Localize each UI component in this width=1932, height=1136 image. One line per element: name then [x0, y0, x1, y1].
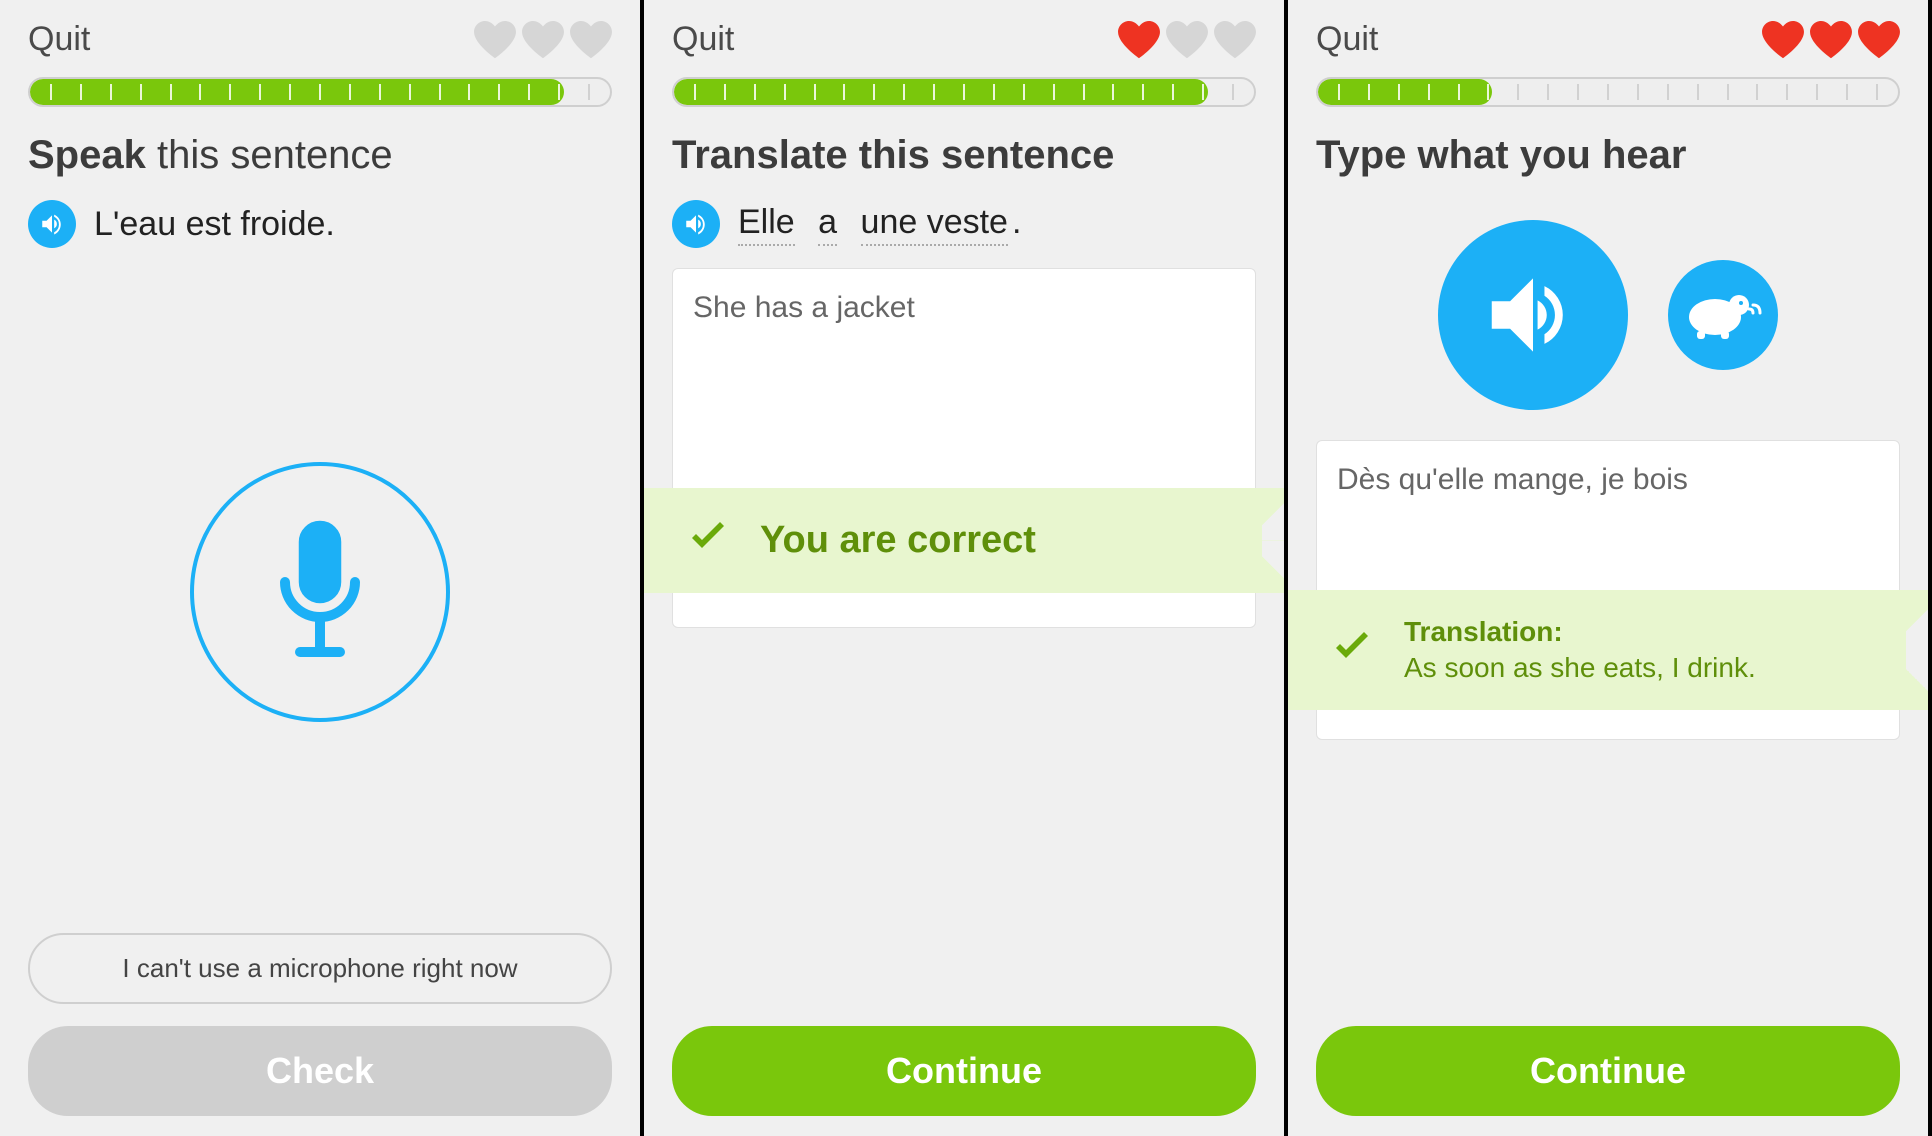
top-bar: Quit [672, 20, 1256, 59]
exercise-prompt: Type what you hear [1316, 133, 1900, 178]
feedback-body: As soon as she eats, I drink. [1404, 652, 1756, 684]
heart-icon [1118, 21, 1160, 59]
prompt-bold: Type what you hear [1316, 133, 1686, 177]
feedback-banner: Translation: As soon as she eats, I drin… [1288, 590, 1928, 710]
prompt-bold: Translate this sentence [672, 133, 1114, 177]
word-token[interactable]: Elle [738, 203, 795, 246]
progress-bar [672, 77, 1256, 107]
answer-text: She has a jacket [693, 291, 915, 324]
hearts-container [1762, 21, 1900, 59]
speaker-icon [683, 211, 709, 237]
heart-icon [1858, 21, 1900, 59]
hearts-container [1118, 21, 1256, 59]
sentence-row: Elle a une veste. [672, 200, 1256, 248]
quit-button[interactable]: Quit [672, 20, 734, 59]
continue-button[interactable]: Continue [1316, 1026, 1900, 1116]
quit-button[interactable]: Quit [28, 20, 90, 59]
turtle-icon [1683, 287, 1763, 343]
lesson-screen-speak: Quit Speak this sentence L'eau est froid… [0, 0, 644, 1136]
record-button[interactable] [190, 462, 450, 722]
speaker-icon [1478, 260, 1588, 370]
heart-icon [1214, 21, 1256, 59]
top-bar: Quit [1316, 20, 1900, 59]
progress-ticks [30, 79, 610, 105]
feedback-text: You are correct [760, 519, 1036, 562]
heart-icon [1762, 21, 1804, 59]
check-icon [1328, 624, 1376, 677]
heart-icon [570, 21, 612, 59]
exercise-prompt: Speak this sentence [28, 133, 612, 178]
speaker-icon [39, 211, 65, 237]
continue-button[interactable]: Continue [672, 1026, 1256, 1116]
progress-bar [1316, 77, 1900, 107]
word-token[interactable]: une veste [861, 203, 1008, 246]
heart-icon [522, 21, 564, 59]
sentence-row: L'eau est froide. [28, 200, 612, 248]
progress-ticks [1318, 79, 1898, 105]
progress-ticks [674, 79, 1254, 105]
answer-text: Dès qu'elle mange, je bois [1337, 463, 1688, 496]
cant-use-mic-button[interactable]: I can't use a microphone right now [28, 933, 612, 1004]
check-icon [684, 514, 732, 567]
prompt-rest: this sentence [146, 133, 393, 177]
play-audio-button[interactable] [1438, 220, 1628, 410]
bottom-bar: Continue [1316, 1008, 1900, 1116]
feedback-text: Translation: As soon as she eats, I drin… [1404, 616, 1756, 684]
mic-area [28, 268, 612, 915]
punctuation: . [1012, 203, 1021, 241]
sentence-text: L'eau est froide. [94, 205, 335, 244]
quit-button[interactable]: Quit [1316, 20, 1378, 59]
play-audio-button[interactable] [28, 200, 76, 248]
bottom-bar: I can't use a microphone right now Check [28, 915, 612, 1116]
heart-icon [1166, 21, 1208, 59]
bottom-bar: Continue [672, 1008, 1256, 1116]
play-audio-button[interactable] [672, 200, 720, 248]
feedback-banner: You are correct [644, 488, 1284, 593]
hearts-container [474, 21, 612, 59]
progress-bar [28, 77, 612, 107]
play-slow-audio-button[interactable] [1668, 260, 1778, 370]
microphone-icon [265, 517, 375, 667]
audio-controls [1316, 200, 1900, 440]
feedback-title: Translation: [1404, 616, 1756, 648]
heart-icon [1810, 21, 1852, 59]
word-token[interactable]: a [818, 203, 837, 246]
lesson-screen-translate: Quit Translate this sentence Elle a une … [644, 0, 1288, 1136]
top-bar: Quit [28, 20, 612, 59]
heart-icon [474, 21, 516, 59]
check-button[interactable]: Check [28, 1026, 612, 1116]
exercise-prompt: Translate this sentence [672, 133, 1256, 178]
prompt-bold: Speak [28, 133, 146, 177]
sentence-text: Elle a une veste. [738, 203, 1021, 246]
lesson-screen-listen: Quit Type what you hear [1288, 0, 1932, 1136]
